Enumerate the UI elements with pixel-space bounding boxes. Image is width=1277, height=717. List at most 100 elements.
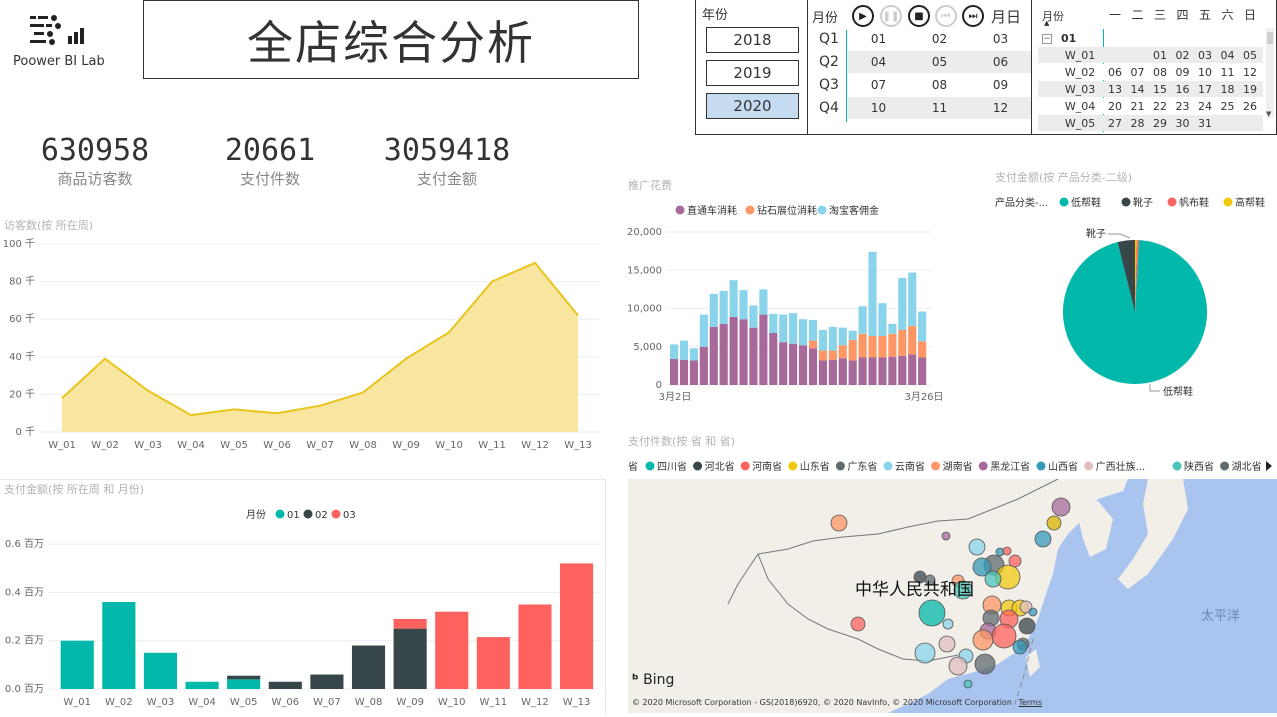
promo-chart[interactable]: 直通车消耗 钻石展位消耗 淘宝客佣金 0 5,000 10,000 15,000 20,000…	[622, 196, 952, 411]
calendar-day[interactable]: 22	[1149, 98, 1171, 114]
promo-bar-segment	[918, 357, 927, 385]
calendar-day[interactable]: 25	[1217, 98, 1239, 114]
play-icon[interactable]: ▶	[852, 5, 874, 27]
calendar-scrollbar[interactable]: ▼	[1266, 28, 1274, 118]
calendar-day[interactable]: 21	[1127, 98, 1149, 114]
calendar-day[interactable]: 13	[1104, 81, 1126, 97]
promo-bar-segment	[808, 348, 818, 385]
year-option-2020[interactable]: 2020	[706, 93, 799, 119]
calendar-day[interactable]: 18	[1217, 81, 1239, 97]
calendar-day[interactable]: 26	[1239, 98, 1261, 114]
month-option-06[interactable]: 06	[970, 51, 1031, 73]
calendar-day[interactable]: 28	[1127, 115, 1149, 131]
month-option-02[interactable]: 02	[909, 28, 970, 50]
calendar-day[interactable]: 10	[1194, 64, 1216, 80]
x-tick-label: W_13	[563, 697, 591, 708]
month-option-01[interactable]: 01	[848, 28, 909, 50]
weekday-label: 四	[1176, 7, 1189, 22]
calendar-day[interactable]: 23	[1172, 98, 1194, 114]
collapse-icon[interactable]: −	[1042, 34, 1052, 44]
calendar-day[interactable]: 12	[1239, 64, 1261, 80]
promo-bar-segment	[799, 345, 808, 385]
weekday-label: 一	[1108, 7, 1121, 22]
calendar-day[interactable]: 06	[1104, 64, 1126, 80]
promo-bar-segment	[878, 303, 887, 337]
pause-icon[interactable]: ❚❚	[880, 5, 902, 27]
month-option-10[interactable]: 10	[848, 97, 909, 119]
x-tick-label: W_06	[271, 697, 299, 708]
month-option-07[interactable]: 07	[848, 74, 909, 96]
legend-item: 黑龙江省	[990, 460, 1030, 473]
calendar-week-label[interactable]: W_04	[1060, 98, 1100, 114]
legend-marker	[931, 461, 941, 471]
calendar-day[interactable]: 11	[1217, 64, 1239, 80]
pie-chart[interactable]: 产品分类-... 低帮鞋 靴子 帆布鞋 高帮鞋靴子低帮鞋	[990, 186, 1272, 416]
x-tick-label: W_10	[435, 440, 463, 451]
payment-bar-03	[518, 604, 552, 689]
calendar-day[interactable]: 07	[1127, 64, 1149, 80]
x-tick-label: W_05	[220, 440, 248, 451]
bing-label: Bing	[643, 672, 675, 688]
calendar-day[interactable]: 05	[1239, 47, 1261, 63]
calendar-day[interactable]: 17	[1194, 81, 1216, 97]
promo-bar-segment	[888, 333, 897, 357]
calendar-day[interactable]: 27	[1104, 115, 1126, 131]
skip-back-icon[interactable]: ⏮	[935, 5, 957, 27]
promo-bar-segment	[789, 313, 798, 344]
stop-icon[interactable]: ■	[908, 5, 930, 27]
calendar-day[interactable]: 16	[1172, 81, 1194, 97]
payment-bar-02	[310, 674, 344, 689]
legend-item: 山东省	[800, 460, 830, 473]
calendar-day[interactable]: 19	[1239, 81, 1261, 97]
calendar-day[interactable]: 02	[1172, 47, 1194, 63]
sort-icon[interactable]: ▲	[1044, 19, 1049, 27]
legend-marker	[740, 461, 750, 471]
calendar-day[interactable]: 24	[1194, 98, 1216, 114]
legend-marker	[1036, 461, 1046, 471]
month-option-11[interactable]: 11	[909, 97, 970, 119]
month-option-05[interactable]: 05	[909, 51, 970, 73]
calendar-day[interactable]: 08	[1149, 64, 1171, 80]
legend-item: 四川省	[657, 460, 687, 473]
payment-bar-03	[476, 637, 510, 689]
calendar-week-label[interactable]: W_02	[1060, 64, 1100, 80]
calendar-day[interactable]: 04	[1217, 47, 1239, 63]
month-option-04[interactable]: 04	[848, 51, 909, 73]
calendar-day[interactable]: 30	[1172, 115, 1194, 131]
promo-bar-segment	[888, 323, 897, 334]
calendar-month-label: 01	[1061, 32, 1077, 45]
calendar-week-label[interactable]: W_05	[1060, 115, 1100, 131]
year-slicer: 年份 2018 2019 2020	[695, 0, 808, 135]
promo-bar-segment	[699, 346, 708, 385]
calendar-week-label[interactable]: W_01	[1060, 47, 1100, 63]
kpi-orders-label: 支付件数	[239, 170, 300, 188]
calendar-day[interactable]: 01	[1149, 47, 1171, 63]
map-title: 支付件数(按 省 和 省)	[628, 435, 736, 448]
year-option-2019[interactable]: 2019	[706, 60, 799, 86]
calendar-day[interactable]: 20	[1104, 98, 1126, 114]
calendar-day[interactable]: 14	[1127, 81, 1149, 97]
map-bubble	[1046, 515, 1062, 531]
map-terms-link[interactable]: Terms	[1018, 698, 1042, 707]
month-option-12[interactable]: 12	[970, 97, 1031, 119]
calendar-day[interactable]: 31	[1194, 115, 1216, 131]
calendar-day[interactable]: 29	[1149, 115, 1171, 131]
promo-bar-segment	[779, 342, 788, 385]
month-option-03[interactable]: 03	[970, 28, 1031, 50]
month-option-09[interactable]: 09	[970, 74, 1031, 96]
map-bubble	[941, 531, 951, 541]
year-option-2018[interactable]: 2018	[706, 27, 799, 53]
promo-bar-segment	[868, 336, 877, 358]
visitors-chart[interactable]: 0 千 20 千 40 千 60 千 80 千 100 千 W_01 W_02 W_03 W_04…	[0, 232, 615, 457]
month-option-08[interactable]: 08	[909, 74, 970, 96]
map-view[interactable]: 中华人民共和国 太平洋 ᵇ Bing © 2020 Microsoft Corp…	[628, 479, 1277, 713]
calendar-day[interactable]: 09	[1172, 64, 1194, 80]
legend-marker	[675, 205, 685, 215]
y-tick-label: 80 千	[9, 276, 35, 288]
calendar-week-label[interactable]: W_03	[1060, 81, 1100, 97]
skip-forward-icon[interactable]: ⏭	[962, 5, 984, 27]
calendar-day[interactable]: 03	[1194, 47, 1216, 63]
payment-chart[interactable]: 月份 01 02 03 0.0 百万 0.2 百万 0.4 百万 0.6 百万 W_01 W_02…	[0, 502, 606, 717]
calendar-day[interactable]: 15	[1149, 81, 1171, 97]
y-tick-label: 5,000	[633, 342, 662, 353]
